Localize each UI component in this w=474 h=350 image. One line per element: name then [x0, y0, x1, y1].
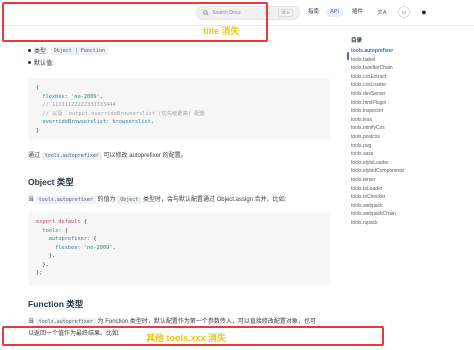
code-token: flexbox: — [36, 244, 84, 251]
main-content: 类型: Object | Function 默认值: { flexbox: 'n… — [0, 26, 336, 350]
code-token: export default — [36, 219, 81, 225]
toc-item[interactable]: tools.sass — [351, 150, 471, 159]
code-line: export default { — [36, 218, 322, 227]
code-line: // 11111122222333333444 — [36, 101, 322, 110]
para-text: 可以修改 autoprefixer 的配置。 — [103, 153, 187, 159]
code-token: // 11111122222333333444 — [36, 102, 116, 108]
code-token: } — [36, 127, 40, 134]
code-line: } — [36, 127, 322, 136]
code-line: }, — [36, 261, 322, 270]
code-line: // 以及 `output.overrideBrowserslist`(优先级更… — [36, 110, 322, 119]
code-line: tools: { — [36, 227, 322, 236]
toc-item[interactable]: tools.devServer — [351, 90, 471, 99]
toc-title: 目录 — [351, 38, 363, 44]
code-token: 'no-2009' — [71, 93, 100, 100]
toc-item[interactable]: tools.cssLoader — [351, 81, 471, 90]
para-text: 类型时，会与默认配置通过 Object.assign 合并。比如: — [142, 197, 287, 203]
toc-list: tools.autoprefixer tools.babel tools.bundl… — [351, 47, 471, 227]
toc-item[interactable]: tools.inspector — [351, 107, 471, 116]
type-bullet: 类型: Object | Function — [28, 46, 108, 55]
default-label: 默认值: — [34, 61, 54, 67]
toc-item[interactable]: tools.rspack — [351, 219, 471, 228]
code-token: }, — [36, 261, 49, 268]
code-line: flexbox: 'no-2009', — [36, 93, 322, 102]
toc-item[interactable]: tools.tsLoader — [351, 185, 471, 194]
github-icon[interactable]: ● — [418, 6, 430, 18]
bullet-dot — [28, 61, 31, 64]
para-text: 当 — [28, 319, 35, 325]
search-shortcut: ⌘ K — [278, 9, 293, 17]
toc-item[interactable]: tools.styledComponents — [351, 167, 471, 176]
bullet-dot — [28, 49, 31, 52]
code-line: }, — [36, 252, 322, 261]
type-value: Object | Function — [50, 46, 108, 55]
toc-item[interactable]: tools.postcss — [351, 133, 471, 142]
paragraph-intro: 通过 tools.autoprefixer 可以修改 autoprefixer … — [28, 150, 187, 160]
inline-code: tools.autoprefixer — [41, 152, 102, 160]
code-line: { — [36, 84, 322, 93]
nav-api[interactable]: API — [326, 8, 343, 17]
language-icon[interactable]: 文A — [376, 6, 388, 18]
toc-item[interactable]: tools.webpack — [351, 202, 471, 211]
toc-item[interactable]: tools.tsChecker — [351, 193, 471, 202]
code-token: 'no-2009' — [83, 244, 113, 251]
toc-item[interactable]: tools.cssExtract — [351, 73, 471, 82]
toc-item[interactable]: tools.pug — [351, 142, 471, 151]
toc-item[interactable]: tools.babel — [351, 56, 471, 65]
toc-item[interactable]: tools.bundlerChain — [351, 64, 471, 73]
code-token: tools: — [36, 227, 65, 234]
code-line: }; — [36, 269, 322, 278]
toc-item[interactable]: tools.autoprefixer — [351, 47, 471, 56]
theme-toggle-icon[interactable]: ☼ — [398, 6, 410, 18]
toc-item[interactable]: tools.less — [351, 116, 471, 125]
para-text: 当 — [28, 197, 35, 203]
paragraph-function: 当 tools.autoprefixer 为 Function 类型时，默认配置… — [28, 316, 316, 326]
default-code-block: { flexbox: 'no-2009', // 111111222223333… — [28, 78, 330, 140]
code-line: autoprefixer: { — [36, 235, 322, 244]
code-token: }; — [36, 270, 43, 276]
toc-item[interactable]: tools.terser — [351, 176, 471, 185]
default-bullet: 默认值: — [28, 58, 54, 67]
code-token: , — [112, 244, 116, 251]
para-text: 为 Function 类型时，默认配置作为第一个参数传入，可以直接修改配置对象，… — [97, 319, 316, 325]
inline-code: tools.autoprefixer — [35, 196, 96, 204]
code-token: { — [93, 236, 97, 242]
paragraph-object: 当 tools.autoprefixer 的值为 Object 类型时，会与默认… — [28, 194, 287, 204]
code-token: , — [99, 93, 103, 100]
nav-guide[interactable]: 指南 — [308, 8, 319, 17]
nav-plugins[interactable]: 插件 — [352, 8, 363, 17]
code-line: overrideBrowserslist: browserslist, — [36, 118, 322, 127]
heading-function-type: Function 类型 — [28, 299, 84, 309]
inline-code: tools.autoprefixer — [35, 318, 96, 326]
object-code-block: export default { tools: { autoprefixer: … — [28, 212, 330, 286]
para-text: 通过 — [28, 153, 41, 159]
para-text: 的值为 — [97, 197, 116, 203]
annotation-others-text: 其他 tools.xxx 消失 — [146, 333, 227, 343]
code-token: autoprefixer: — [36, 236, 94, 242]
code-token: // 以及 `output.overrideBrowserslist`(优先级更… — [36, 110, 205, 117]
inline-code: Object — [117, 196, 142, 204]
type-label: 类型: — [34, 49, 48, 55]
toc-item[interactable]: tools.webpackChain — [351, 210, 471, 219]
heading-object-type: Object 类型 — [28, 177, 74, 187]
code-token: { — [80, 219, 88, 225]
code-token: }, — [36, 253, 56, 259]
code-token: { — [64, 227, 68, 234]
toc-item[interactable]: tools.minifyCss — [351, 124, 471, 133]
toc-item[interactable]: tools.htmlPlugin — [351, 99, 471, 108]
code-token: { — [36, 85, 40, 91]
toc-item[interactable]: tools.styleLoader — [351, 159, 471, 168]
toc-sidebar: 目录 tools.autoprefixer tools.babel tools.bu… — [351, 36, 471, 227]
code-token: flexbox: — [36, 93, 72, 100]
toc-active-marker — [347, 52, 349, 60]
code-token: overrideBrowserslist: browserslist, — [36, 119, 154, 125]
code-line: flexbox: 'no-2009', — [36, 244, 322, 253]
